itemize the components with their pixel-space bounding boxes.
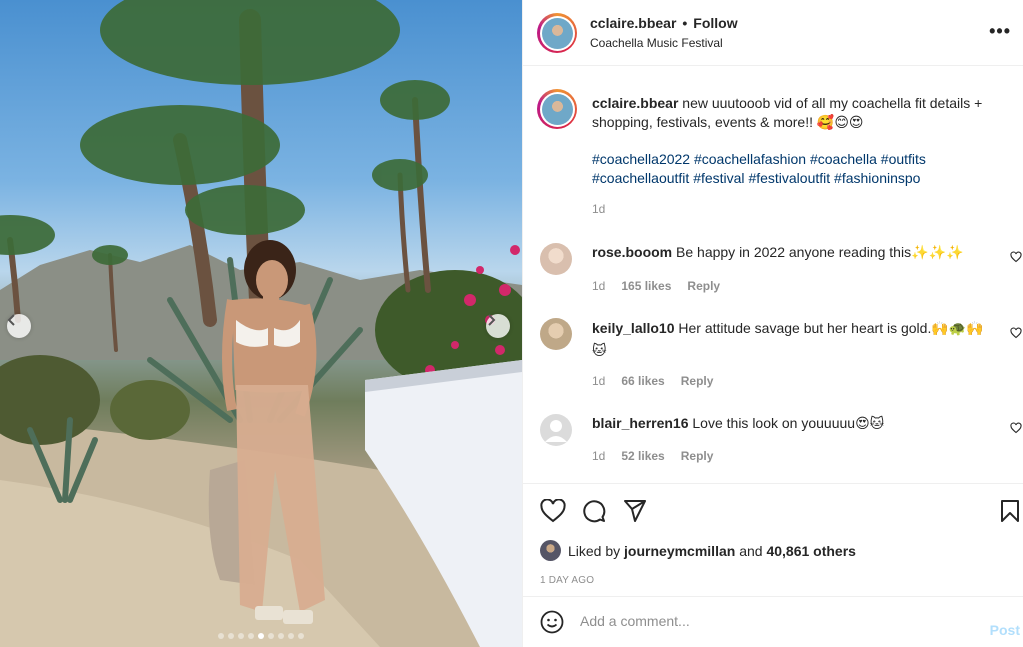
- comment-likes[interactable]: 165 likes: [621, 279, 671, 293]
- commenter-avatar[interactable]: [540, 243, 572, 275]
- comment-time[interactable]: 1d: [592, 374, 605, 388]
- hashtag-link[interactable]: #coachella2022: [592, 151, 690, 167]
- comment-username[interactable]: rose.booom: [592, 244, 672, 260]
- post-details-panel: cclaire.bbear • Follow Coachella Music Fes…: [522, 0, 1023, 647]
- hashtag-link[interactable]: #festivaloutfit: [748, 170, 830, 186]
- comment-username[interactable]: blair_herren16: [592, 415, 689, 431]
- comment-text: Love this look on youuuuu😍🐱: [692, 415, 885, 431]
- comment-text: Be happy in 2022 anyone reading this✨✨✨: [676, 244, 964, 260]
- reply-button[interactable]: Reply: [681, 374, 714, 388]
- heart-icon[interactable]: [1010, 422, 1022, 434]
- reply-button[interactable]: Reply: [687, 279, 720, 293]
- heart-icon[interactable]: [1010, 327, 1022, 339]
- more-options-button[interactable]: •••: [989, 21, 1011, 41]
- photo-illustration: [0, 0, 522, 647]
- comment-time[interactable]: 1d: [592, 449, 605, 463]
- follow-button[interactable]: Follow: [693, 15, 737, 31]
- comment-icon[interactable]: [582, 499, 606, 523]
- carousel-dot-active: [258, 633, 264, 639]
- commenter-avatar-default[interactable]: [540, 414, 572, 446]
- comment-likes[interactable]: 52 likes: [621, 449, 664, 463]
- heart-icon[interactable]: [540, 499, 566, 523]
- commenter-avatar[interactable]: [540, 318, 572, 350]
- caption-avatar[interactable]: [537, 89, 577, 129]
- carousel-indicator: [0, 633, 522, 639]
- liker-avatar[interactable]: [540, 540, 561, 561]
- carousel-dot: [238, 633, 244, 639]
- heart-icon[interactable]: [1010, 251, 1022, 263]
- comment-username[interactable]: keily_lallo10: [592, 320, 675, 336]
- default-avatar-icon: [545, 420, 567, 442]
- carousel-next-button[interactable]: [486, 314, 510, 338]
- carousel-dot: [298, 633, 304, 639]
- hashtags: #coachella2022 #coachellafashion #coache…: [592, 150, 1007, 188]
- comment-likes[interactable]: 66 likes: [621, 374, 664, 388]
- author-username[interactable]: cclaire.bbear: [590, 15, 676, 31]
- post-photo[interactable]: [0, 0, 522, 647]
- carousel-dot: [288, 633, 294, 639]
- comment-time[interactable]: 1d: [592, 279, 605, 293]
- hashtag-link[interactable]: #coachella: [810, 151, 877, 167]
- author-avatar[interactable]: [537, 13, 577, 53]
- post-comment-button[interactable]: Post: [990, 622, 1020, 638]
- carousel-dot: [218, 633, 224, 639]
- caption-timestamp[interactable]: 1d: [592, 202, 605, 216]
- hashtag-link[interactable]: #fashioninspo: [834, 170, 920, 186]
- smiley-icon[interactable]: [540, 610, 564, 634]
- hashtag-link[interactable]: #outfits: [881, 151, 926, 167]
- caption-username[interactable]: cclaire.bbear: [592, 95, 678, 111]
- comment-input[interactable]: [580, 609, 960, 633]
- separator-dot: •: [682, 15, 688, 31]
- send-icon[interactable]: [623, 500, 647, 522]
- add-comment-bar: Post: [523, 596, 1023, 647]
- carousel-dot: [248, 633, 254, 639]
- post-actions: Liked by journeymcmillan and 40,861 othe…: [523, 483, 1023, 596]
- likes-count[interactable]: 40,861 others: [766, 543, 856, 559]
- comments-section[interactable]: cclaire.bbear new uuutooob vid of all my…: [523, 67, 1023, 483]
- hashtag-link[interactable]: #coachellafashion: [694, 151, 806, 167]
- carousel-dot: [228, 633, 234, 639]
- carousel-prev-button[interactable]: [7, 314, 31, 338]
- chevron-right-icon: [488, 314, 496, 326]
- post-location[interactable]: Coachella Music Festival: [590, 36, 723, 50]
- post-header: cclaire.bbear • Follow Coachella Music Fes…: [523, 0, 1023, 66]
- hashtag-link[interactable]: #coachellaoutfit: [592, 170, 689, 186]
- carousel-dot: [268, 633, 274, 639]
- reply-button[interactable]: Reply: [681, 449, 714, 463]
- likes-summary: Liked by journeymcmillan and 40,861 othe…: [540, 540, 856, 561]
- carousel-dot: [278, 633, 284, 639]
- post-timestamp[interactable]: 1 DAY AGO: [540, 575, 594, 586]
- hashtag-link[interactable]: #festival: [693, 170, 744, 186]
- bookmark-icon[interactable]: [1000, 499, 1020, 523]
- more-horizontal-icon: •••: [989, 21, 1011, 41]
- liker-username[interactable]: journeymcmillan: [624, 543, 735, 559]
- chevron-left-icon: [7, 314, 15, 326]
